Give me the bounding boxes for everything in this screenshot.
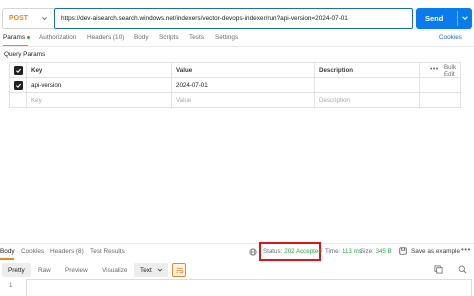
- more-horizontal-icon[interactable]: •••: [461, 245, 471, 254]
- response-tab-headers[interactable]: Headers (8): [50, 248, 84, 255]
- size-label: Size:: [360, 248, 374, 255]
- checkbox-checked-icon: [16, 83, 22, 89]
- time-value: 113 ms: [341, 248, 362, 255]
- globe-icon[interactable]: [249, 248, 257, 256]
- save-as-example-label: Save as example: [411, 247, 461, 255]
- cookies-link[interactable]: Cookies: [439, 34, 462, 41]
- method-select[interactable]: POST: [2, 8, 54, 29]
- response-tab-body[interactable]: Body: [0, 248, 15, 255]
- query-params-table: Key Value Description ••• Bulk Edit api-…: [9, 62, 461, 109]
- more-horizontal-icon[interactable]: •••: [430, 66, 439, 73]
- time-label: Time:: [325, 248, 341, 255]
- chevron-down-icon: [157, 268, 163, 272]
- search-icon[interactable]: [458, 265, 467, 274]
- response-tab-test-results[interactable]: Test Results: [90, 248, 125, 255]
- response-type-select[interactable]: Text: [134, 263, 168, 277]
- wrap-lines-button[interactable]: [172, 263, 186, 277]
- chevron-down-icon[interactable]: [461, 14, 469, 22]
- format-visualize[interactable]: Visualize: [96, 263, 133, 277]
- param-key-cell[interactable]: api-version: [31, 78, 61, 93]
- response-divider: [0, 243, 474, 244]
- url-input[interactable]: https://dev-aisearch.search.windows.net/…: [54, 8, 413, 29]
- tab-params-label: Params: [3, 34, 26, 41]
- chevron-down-icon: [42, 17, 47, 21]
- tab-scripts[interactable]: Scripts: [159, 34, 179, 41]
- format-raw[interactable]: Raw: [32, 263, 57, 277]
- response-body-editor[interactable]: [26, 279, 472, 296]
- row-checkbox[interactable]: [14, 81, 23, 90]
- line-number: 1: [9, 282, 13, 289]
- param-value-cell[interactable]: 2024-07-01: [176, 78, 208, 93]
- bulk-edit-link[interactable]: Bulk Edit: [444, 63, 460, 78]
- status-label: Status:: [263, 248, 283, 255]
- tab-body[interactable]: Body: [134, 34, 149, 41]
- method-label: POST: [9, 15, 29, 22]
- status-value[interactable]: 202 Accepted: [284, 248, 322, 255]
- tab-authorization[interactable]: Authorization: [39, 34, 76, 41]
- column-header-description: Description: [319, 67, 354, 74]
- checkbox-checked-icon: [16, 68, 22, 74]
- table-row-empty: Key Value Description: [10, 93, 460, 108]
- send-button[interactable]: Send: [416, 8, 472, 29]
- tab-tests[interactable]: Tests: [189, 34, 204, 41]
- url-text: https://dev-aisearch.search.windows.net/…: [61, 15, 348, 22]
- response-tab-cookies[interactable]: Cookies: [21, 248, 44, 255]
- send-label: Send: [425, 14, 444, 23]
- response-time[interactable]: Time: 113 ms: [325, 248, 362, 255]
- copy-icon[interactable]: [434, 265, 443, 274]
- column-header-key: Key: [31, 67, 43, 74]
- tabs-divider: [0, 46, 474, 47]
- size-value: 345 B: [375, 248, 392, 255]
- response-size[interactable]: Size: 345 B: [360, 248, 392, 255]
- column-header-value: Value: [176, 67, 193, 74]
- table-row: api-version 2024-07-01: [10, 78, 460, 93]
- send-divider: [457, 11, 458, 26]
- format-preview[interactable]: Preview: [59, 263, 94, 277]
- format-pretty[interactable]: Pretty: [2, 263, 31, 277]
- save-icon: [399, 247, 407, 255]
- table-header-row: Key Value Description ••• Bulk Edit: [10, 63, 460, 78]
- request-bar: POST https://dev-aisearch.search.windows…: [0, 7, 474, 30]
- wrap-lines-icon: [175, 267, 183, 273]
- new-key-input[interactable]: Key: [31, 93, 42, 108]
- select-all-checkbox[interactable]: [14, 66, 23, 75]
- response-type-label: Text: [140, 266, 152, 274]
- query-params-title: Query Params: [4, 51, 46, 58]
- request-tabs: Params Authorization Headers (10) Body S…: [0, 34, 474, 47]
- new-description-input[interactable]: Description: [319, 93, 350, 108]
- tab-params[interactable]: Params: [3, 34, 31, 41]
- tab-settings[interactable]: Settings: [215, 34, 238, 41]
- new-value-input[interactable]: Value: [176, 93, 191, 108]
- tab-headers[interactable]: Headers (10): [87, 34, 124, 41]
- save-as-example-button[interactable]: Save as example: [399, 247, 460, 255]
- active-response-tab-indicator: [0, 258, 14, 260]
- status-badge: Status: 202 Accepted: [259, 242, 322, 261]
- params-active-dot: [27, 35, 31, 39]
